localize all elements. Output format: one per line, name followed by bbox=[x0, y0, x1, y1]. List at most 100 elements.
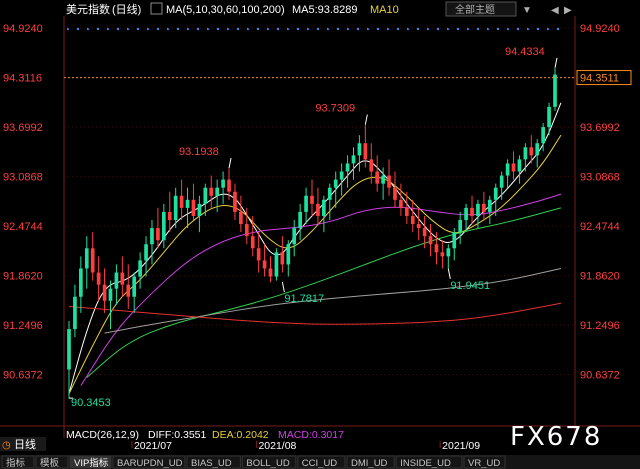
candle-down bbox=[310, 179, 314, 216]
date-label: 2021/08 bbox=[258, 440, 296, 452]
tab-label: VR_UD bbox=[468, 458, 500, 469]
candle-up bbox=[351, 147, 356, 180]
candle-up bbox=[327, 183, 332, 220]
candle-body bbox=[280, 252, 285, 265]
tab-cci_ud[interactable]: CCI_UD bbox=[297, 455, 346, 469]
candle-down bbox=[280, 236, 285, 273]
candle-body bbox=[499, 175, 504, 188]
candle-body bbox=[150, 228, 154, 245]
candle-body bbox=[221, 179, 225, 188]
tab-bias_ud[interactable]: BIAS_UD bbox=[186, 455, 241, 469]
tab-模板[interactable]: 模板 bbox=[35, 455, 69, 469]
candle-body bbox=[90, 248, 95, 273]
candle-down bbox=[404, 191, 409, 225]
candle-body bbox=[393, 187, 397, 200]
candle-up bbox=[292, 220, 297, 257]
right-arrow-icon[interactable]: ▶ bbox=[564, 5, 572, 16]
candlesticks bbox=[67, 68, 557, 399]
candle-down bbox=[156, 207, 160, 249]
candle-down bbox=[268, 256, 273, 283]
candle-body bbox=[102, 284, 107, 301]
candle-body bbox=[298, 211, 302, 229]
candle-body bbox=[452, 232, 457, 249]
candle-up bbox=[144, 236, 148, 277]
candle-up bbox=[79, 256, 83, 313]
tab-vip指标[interactable]: VIP指标 bbox=[69, 455, 112, 469]
event-marker-dot bbox=[216, 27, 220, 31]
candle-body bbox=[179, 195, 184, 208]
candle-up bbox=[357, 135, 362, 172]
tab-boll_ud[interactable]: BOLL_UD bbox=[241, 455, 297, 469]
candle-body bbox=[327, 187, 332, 200]
event-marker-dot bbox=[136, 27, 140, 31]
tab-inside_ud[interactable]: INSIDE_UD bbox=[395, 455, 463, 469]
candle-body bbox=[434, 244, 439, 253]
candle-body bbox=[440, 252, 445, 257]
price-tick-left: 92.4744 bbox=[3, 221, 43, 233]
candle-body bbox=[387, 175, 391, 188]
annotation-leader bbox=[364, 114, 368, 125]
candle-up bbox=[274, 248, 279, 281]
indicator-tabs: 指标 模板 VIP指标 BARUPDN_UD BIAS_UD BOLL_UD CCI_UD D… bbox=[1, 455, 506, 469]
candle-up bbox=[304, 187, 308, 225]
candle-body bbox=[505, 163, 510, 176]
candle-body bbox=[523, 147, 528, 160]
kline-chart[interactable]: 美元指数 (日线) MA(5,10,30,60,100,200) MA5:93.… bbox=[0, 0, 640, 469]
candle-body bbox=[209, 187, 214, 196]
candle-body bbox=[404, 207, 409, 216]
event-marker-dot bbox=[176, 27, 180, 31]
candle-body bbox=[464, 207, 468, 220]
candle-body bbox=[399, 199, 403, 208]
moving-average-lines bbox=[68, 102, 562, 394]
candle-down bbox=[470, 195, 474, 225]
tab-barupdn_ud[interactable]: BARUPDN_UD bbox=[112, 455, 186, 469]
event-marker-dot bbox=[376, 27, 380, 31]
annotation-leader bbox=[228, 157, 232, 169]
event-marker-dot bbox=[356, 27, 360, 31]
date-label: 2021/09 bbox=[442, 440, 480, 452]
candle-body bbox=[167, 211, 172, 220]
chevron-down-icon[interactable]: ▼ bbox=[522, 5, 532, 16]
tab-label: 模板 bbox=[40, 457, 60, 469]
candle-down bbox=[90, 232, 95, 281]
tab-label: BIAS_UD bbox=[191, 458, 232, 469]
settings-button[interactable] bbox=[150, 2, 163, 15]
watermark-logo: FX678 bbox=[510, 422, 602, 452]
date-label: 2021/07 bbox=[134, 440, 172, 452]
candle-body bbox=[547, 106, 551, 128]
candle-body bbox=[511, 163, 516, 172]
candle-body bbox=[446, 248, 451, 257]
price-tick-right: 91.2496 bbox=[580, 320, 620, 332]
candle-down bbox=[399, 183, 403, 216]
candle-body bbox=[357, 143, 362, 156]
tab-label: 指标 bbox=[6, 457, 26, 469]
candle-up bbox=[161, 203, 166, 249]
annotation-label: 91.9451 bbox=[450, 280, 490, 292]
tab-指标[interactable]: 指标 bbox=[1, 455, 35, 469]
event-marker-dot bbox=[256, 27, 260, 31]
candle-down bbox=[239, 195, 243, 233]
tab-vr_ud[interactable]: VR_UD bbox=[463, 455, 506, 469]
candle-body bbox=[363, 143, 368, 160]
annotation-label: 93.1938 bbox=[179, 146, 219, 158]
candle-body bbox=[96, 272, 101, 285]
candle-down bbox=[416, 207, 421, 241]
candle-up bbox=[487, 195, 492, 225]
tab-label: CCI_UD bbox=[302, 458, 338, 469]
candle-body bbox=[310, 195, 314, 204]
price-tick-left: 94.3116 bbox=[3, 73, 42, 85]
clock-icon: ◷ bbox=[2, 440, 11, 451]
candle-body bbox=[84, 248, 89, 269]
candle-body bbox=[351, 155, 356, 164]
candle-down bbox=[482, 191, 486, 220]
event-marker-dot bbox=[236, 27, 240, 31]
candle-body bbox=[553, 74, 557, 107]
candle-body bbox=[487, 199, 492, 212]
period-label[interactable]: (日线) bbox=[112, 2, 141, 16]
candle-up bbox=[452, 228, 457, 261]
tab-dmi_ud[interactable]: DMI_UD bbox=[346, 455, 395, 469]
left-arrow-icon[interactable]: ◀ bbox=[551, 5, 559, 16]
candle-body bbox=[369, 159, 374, 172]
event-marker-dot bbox=[396, 27, 400, 31]
candle-body bbox=[173, 195, 178, 220]
